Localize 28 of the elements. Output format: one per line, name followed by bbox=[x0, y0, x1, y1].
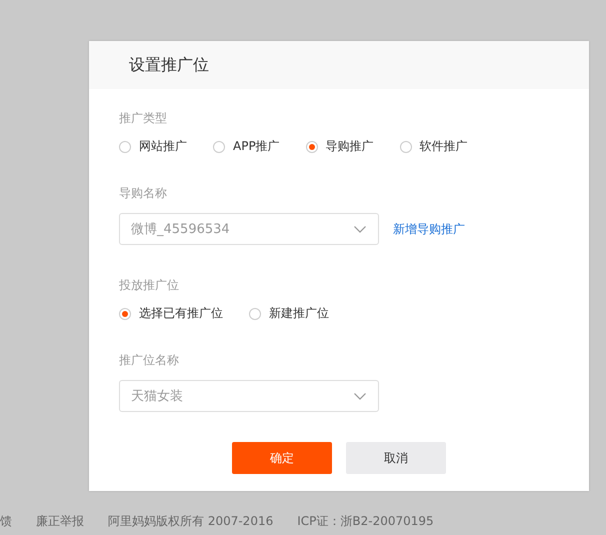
field-label: 投放推广位 bbox=[119, 277, 180, 293]
dropdown-field[interactable]: 天猫女装 bbox=[119, 380, 379, 412]
footer-link[interactable]: 廉正举报 bbox=[36, 513, 84, 530]
add-guide-link[interactable]: 新增导购推广 bbox=[393, 220, 465, 238]
radio-icon[interactable] bbox=[400, 140, 412, 152]
radio-option[interactable]: 软件推广 bbox=[400, 138, 468, 155]
radio-option[interactable]: 网站推广 bbox=[119, 138, 187, 155]
field-label: 导购名称 bbox=[119, 185, 168, 201]
field-label: 推广类型 bbox=[119, 110, 168, 126]
footer-link[interactable]: ICP证：浙B2-20070195 bbox=[297, 513, 434, 530]
radio-icon[interactable] bbox=[119, 140, 131, 152]
radio-icon[interactable] bbox=[213, 140, 225, 152]
chevron-down-icon bbox=[354, 226, 366, 232]
footer-link[interactable]: 阿里妈妈版权所有 2007-2016 bbox=[108, 513, 274, 530]
dropdown-field[interactable]: 微博_45596534 bbox=[119, 213, 379, 245]
field-label: 推广位名称 bbox=[119, 352, 180, 368]
cancel-button[interactable]: 取消 bbox=[346, 442, 446, 474]
footer-link[interactable]: 馈 bbox=[0, 513, 12, 530]
dialog-title: 设置推广位 bbox=[129, 54, 209, 76]
confirm-button[interactable]: 确定 bbox=[232, 442, 332, 474]
radio-icon[interactable] bbox=[119, 308, 131, 320]
radio-option[interactable]: 选择已有推广位 bbox=[119, 305, 223, 322]
chevron-down-icon bbox=[354, 392, 366, 400]
radio-icon[interactable] bbox=[306, 140, 318, 152]
radio-option[interactable]: 导购推广 bbox=[306, 138, 374, 155]
radio-icon[interactable] bbox=[249, 308, 261, 320]
radio-option[interactable]: 新建推广位 bbox=[249, 305, 329, 322]
radio-option[interactable]: APP推广 bbox=[213, 138, 280, 155]
